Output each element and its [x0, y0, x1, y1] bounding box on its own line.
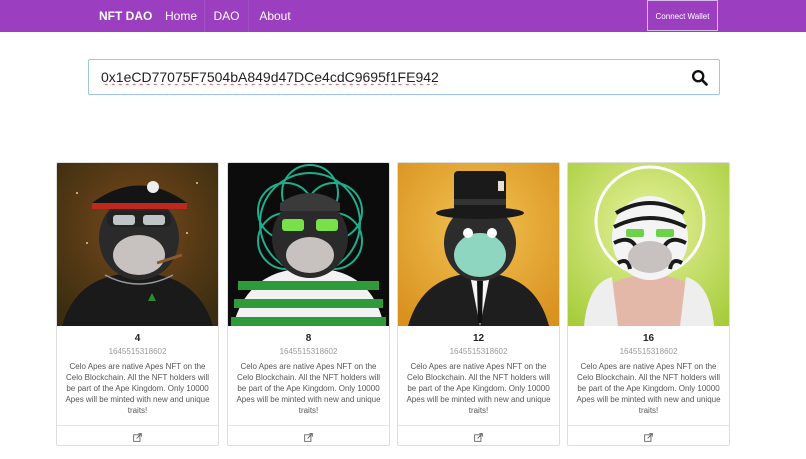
nft-image[interactable] — [568, 163, 729, 326]
nft-number: 8 — [305, 333, 312, 344]
nft-number: 4 — [134, 333, 141, 344]
nft-timestamp: 1645515318602 — [449, 347, 508, 356]
external-link-icon[interactable] — [474, 433, 483, 442]
external-link-icon[interactable] — [644, 433, 653, 442]
nft-timestamp: 1645515318602 — [619, 347, 678, 356]
nft-image[interactable] — [57, 163, 218, 326]
card-footer — [57, 425, 218, 445]
card-footer — [398, 425, 559, 445]
external-link-icon[interactable] — [304, 433, 313, 442]
connect-wallet-button[interactable]: Connect Wallet — [647, 0, 718, 31]
nav-home[interactable]: Home — [158, 0, 204, 32]
nft-description: Celo Apes are native Apes NFT on the Cel… — [236, 362, 381, 415]
nft-card: 8 1645515318602 Celo Apes are native Ape… — [227, 162, 390, 446]
card-footer — [228, 425, 389, 445]
nft-number: 12 — [472, 333, 485, 344]
nft-image[interactable] — [398, 163, 559, 326]
navbar: NFT DAO Home DAO About Connect Wallet — [0, 0, 806, 32]
card-footer — [568, 425, 729, 445]
search-icon[interactable] — [691, 69, 709, 87]
nft-number: 16 — [642, 333, 655, 344]
search-bar — [88, 59, 720, 95]
nft-description: Celo Apes are native Apes NFT on the Cel… — [576, 362, 721, 415]
nft-description: Celo Apes are native Apes NFT on the Cel… — [65, 362, 210, 415]
nft-card: 16 1645515318602 Celo Apes are native Ap… — [567, 162, 730, 446]
nft-card: 12 1645515318602 Celo Apes are native Ap… — [397, 162, 560, 446]
nft-image[interactable] — [228, 163, 389, 326]
brand-logo[interactable]: NFT DAO — [99, 9, 152, 23]
nft-timestamp: 1645515318602 — [108, 347, 167, 356]
nft-description: Celo Apes are native Apes NFT on the Cel… — [406, 362, 551, 415]
search-input[interactable] — [101, 66, 661, 88]
external-link-icon[interactable] — [133, 433, 142, 442]
nav-dao[interactable]: DAO — [204, 0, 249, 32]
nft-timestamp: 1645515318602 — [279, 347, 338, 356]
nav-about[interactable]: About — [252, 0, 298, 32]
nft-card: 4 1645515318602 Celo Apes are native Ape… — [56, 162, 219, 446]
